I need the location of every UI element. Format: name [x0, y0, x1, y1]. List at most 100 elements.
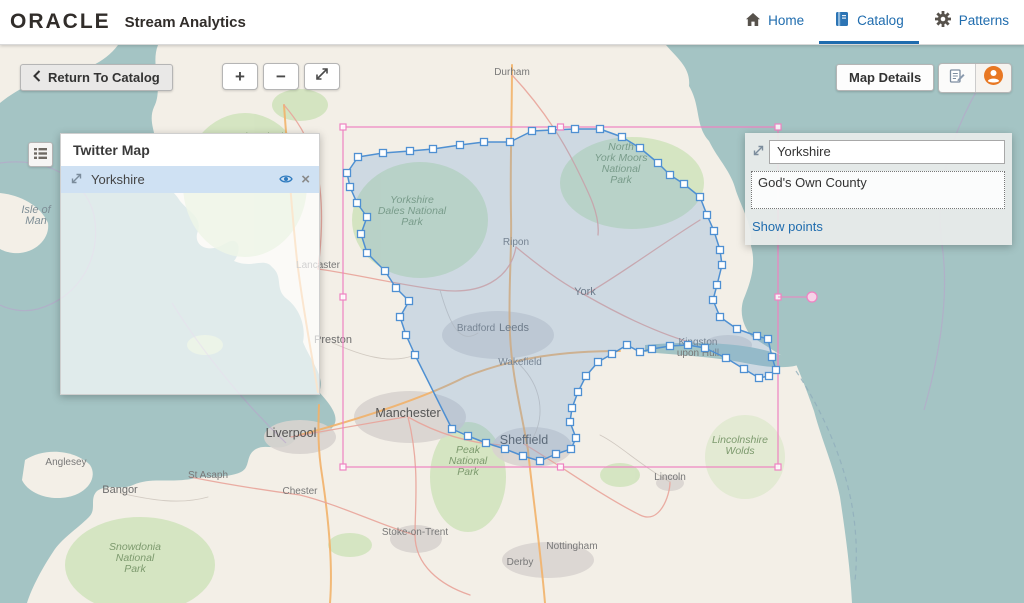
- polygon-vertex-handle[interactable]: [597, 126, 604, 133]
- polygon-vertex-handle[interactable]: [572, 126, 579, 133]
- polygon-vertex-handle[interactable]: [569, 405, 576, 412]
- polygon-vertex-handle[interactable]: [655, 160, 662, 167]
- return-to-catalog-button[interactable]: Return To Catalog: [20, 64, 173, 91]
- polygon-vertex-handle[interactable]: [380, 150, 387, 157]
- polygon-vertex-handle[interactable]: [483, 440, 490, 447]
- polygon-vertex-handle[interactable]: [364, 250, 371, 257]
- edit-form-button[interactable]: [939, 64, 975, 92]
- nav-catalog[interactable]: Catalog: [819, 0, 919, 44]
- polygon-vertex-handle[interactable]: [481, 139, 488, 146]
- nav-patterns[interactable]: Patterns: [919, 0, 1024, 44]
- polygon-vertex-handle[interactable]: [457, 142, 464, 149]
- polygon-vertex-handle[interactable]: [765, 336, 772, 343]
- polygon-vertex-handle[interactable]: [734, 326, 741, 333]
- polygon-vertex-handle[interactable]: [697, 194, 704, 201]
- layer-row-yorkshire[interactable]: Yorkshire ×: [61, 166, 319, 193]
- nav-patterns-label: Patterns: [959, 13, 1009, 28]
- pan-select-button[interactable]: [304, 63, 340, 90]
- shape-name-input[interactable]: Yorkshire: [769, 140, 1005, 164]
- polygon-vertex-handle[interactable]: [549, 127, 556, 134]
- selection-handle[interactable]: [558, 124, 564, 130]
- polygon-vertex-handle[interactable]: [397, 314, 404, 321]
- polygon-vertex-handle[interactable]: [347, 184, 354, 191]
- shape-description-input[interactable]: God's Own County: [751, 171, 1005, 209]
- polygon-vertex-handle[interactable]: [773, 367, 780, 374]
- polygon-vertex-handle[interactable]: [507, 139, 514, 146]
- polygon-vertex-handle[interactable]: [568, 446, 575, 453]
- polygon-vertex-handle[interactable]: [354, 200, 361, 207]
- selection-handle[interactable]: [340, 124, 346, 130]
- polygon-vertex-handle[interactable]: [710, 297, 717, 304]
- polygon-vertex-handle[interactable]: [685, 342, 692, 349]
- polygon-vertex-handle[interactable]: [711, 228, 718, 235]
- list-icon: [34, 146, 47, 164]
- polygon-vertex-handle[interactable]: [704, 212, 711, 219]
- selection-handle[interactable]: [558, 464, 564, 470]
- rotate-handle[interactable]: [807, 292, 817, 302]
- polygon-vertex-handle[interactable]: [344, 170, 351, 177]
- polygon-vertex-handle[interactable]: [717, 247, 724, 254]
- polygon-vertex-handle[interactable]: [364, 214, 371, 221]
- gear-icon: [934, 10, 952, 31]
- map-details-button[interactable]: Map Details: [836, 64, 934, 91]
- polygon-vertex-handle[interactable]: [382, 268, 389, 275]
- polygon-vertex-handle[interactable]: [769, 354, 776, 361]
- layers-panel-title: Twitter Map: [61, 134, 319, 166]
- polygon-vertex-handle[interactable]: [583, 373, 590, 380]
- polygon-vertex-handle[interactable]: [649, 346, 656, 353]
- polygon-vertex-handle[interactable]: [449, 426, 456, 433]
- polygon-vertex-handle[interactable]: [754, 333, 761, 340]
- polygon-vertex-handle[interactable]: [567, 419, 574, 426]
- polygon-vertex-handle[interactable]: [403, 332, 410, 339]
- polygon-vertex-handle[interactable]: [637, 349, 644, 356]
- polygon-vertex-handle[interactable]: [637, 145, 644, 152]
- polygon-vertex-handle[interactable]: [609, 351, 616, 358]
- polygon-vertex-handle[interactable]: [723, 355, 730, 362]
- selection-handle[interactable]: [775, 464, 781, 470]
- polygon-vertex-handle[interactable]: [702, 345, 709, 352]
- polygon-vertex-handle[interactable]: [573, 435, 580, 442]
- map-label: Durham: [494, 67, 530, 78]
- visibility-eye-icon[interactable]: [279, 172, 293, 187]
- nav-home-label: Home: [768, 13, 804, 28]
- polygon-vertex-handle[interactable]: [624, 342, 631, 349]
- polygon-vertex-handle[interactable]: [393, 285, 400, 292]
- polygon-vertex-handle[interactable]: [719, 262, 726, 269]
- polygon-vertex-handle[interactable]: [667, 172, 674, 179]
- layers-panel-toggle-button[interactable]: [28, 142, 53, 167]
- polygon-vertex-handle[interactable]: [407, 148, 414, 155]
- app-title: Stream Analytics: [125, 14, 246, 31]
- polygon-vertex-handle[interactable]: [766, 373, 773, 380]
- layers-panel: Twitter Map Yorkshire ×: [60, 133, 320, 395]
- polygon-vertex-handle[interactable]: [619, 134, 626, 141]
- polygon-vertex-handle[interactable]: [502, 446, 509, 453]
- polygon-vertex-handle[interactable]: [714, 282, 721, 289]
- polygon-vertex-handle[interactable]: [717, 314, 724, 321]
- polygon-vertex-handle[interactable]: [430, 146, 437, 153]
- polygon-vertex-handle[interactable]: [537, 458, 544, 465]
- polygon-vertex-handle[interactable]: [681, 181, 688, 188]
- user-avatar-button[interactable]: [975, 64, 1011, 92]
- polygon-vertex-handle[interactable]: [529, 128, 536, 135]
- shape-arrow-icon: [752, 144, 765, 162]
- zoom-in-button[interactable]: +: [222, 63, 258, 90]
- polygon-vertex-handle[interactable]: [520, 453, 527, 460]
- zoom-out-button[interactable]: −: [263, 63, 299, 90]
- polygon-vertex-handle[interactable]: [465, 433, 472, 440]
- polygon-vertex-handle[interactable]: [412, 352, 419, 359]
- polygon-vertex-handle[interactable]: [575, 389, 582, 396]
- nav-home[interactable]: Home: [730, 0, 819, 44]
- show-points-link[interactable]: Show points: [752, 219, 823, 234]
- polygon-vertex-handle[interactable]: [553, 451, 560, 458]
- polygon-vertex-handle[interactable]: [358, 231, 365, 238]
- polygon-vertex-handle[interactable]: [756, 375, 763, 382]
- remove-layer-icon[interactable]: ×: [301, 172, 310, 187]
- selection-handle[interactable]: [340, 464, 346, 470]
- selection-handle[interactable]: [775, 124, 781, 130]
- selection-handle[interactable]: [340, 294, 346, 300]
- polygon-vertex-handle[interactable]: [406, 298, 413, 305]
- polygon-vertex-handle[interactable]: [741, 366, 748, 373]
- polygon-vertex-handle[interactable]: [355, 154, 362, 161]
- polygon-vertex-handle[interactable]: [595, 359, 602, 366]
- polygon-vertex-handle[interactable]: [667, 343, 674, 350]
